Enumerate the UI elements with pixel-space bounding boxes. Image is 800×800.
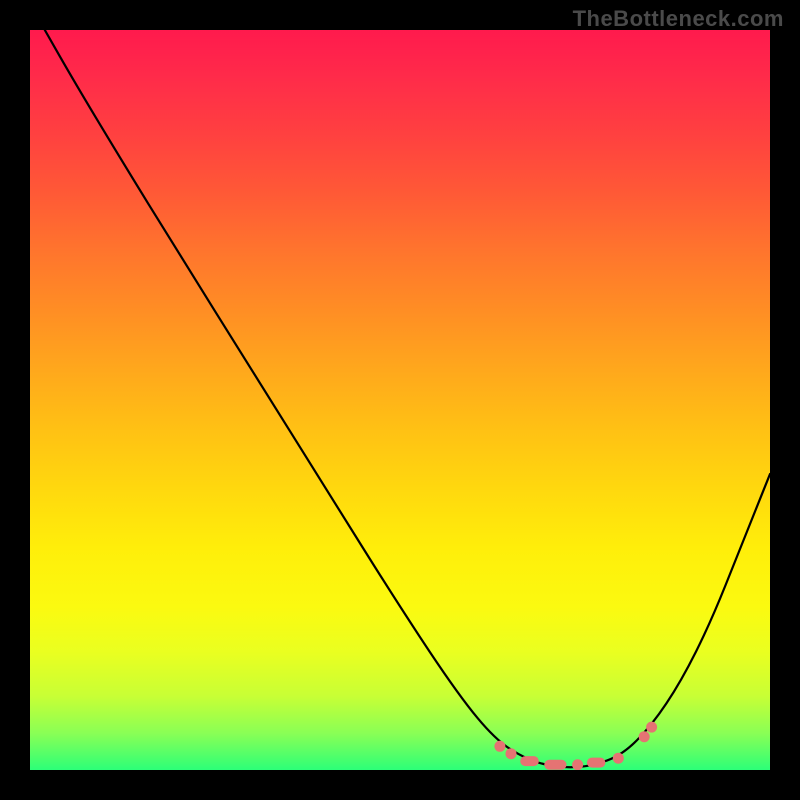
watermark-text: TheBottleneck.com — [573, 6, 784, 32]
gradient-background — [30, 30, 770, 770]
plot-area — [30, 30, 770, 770]
